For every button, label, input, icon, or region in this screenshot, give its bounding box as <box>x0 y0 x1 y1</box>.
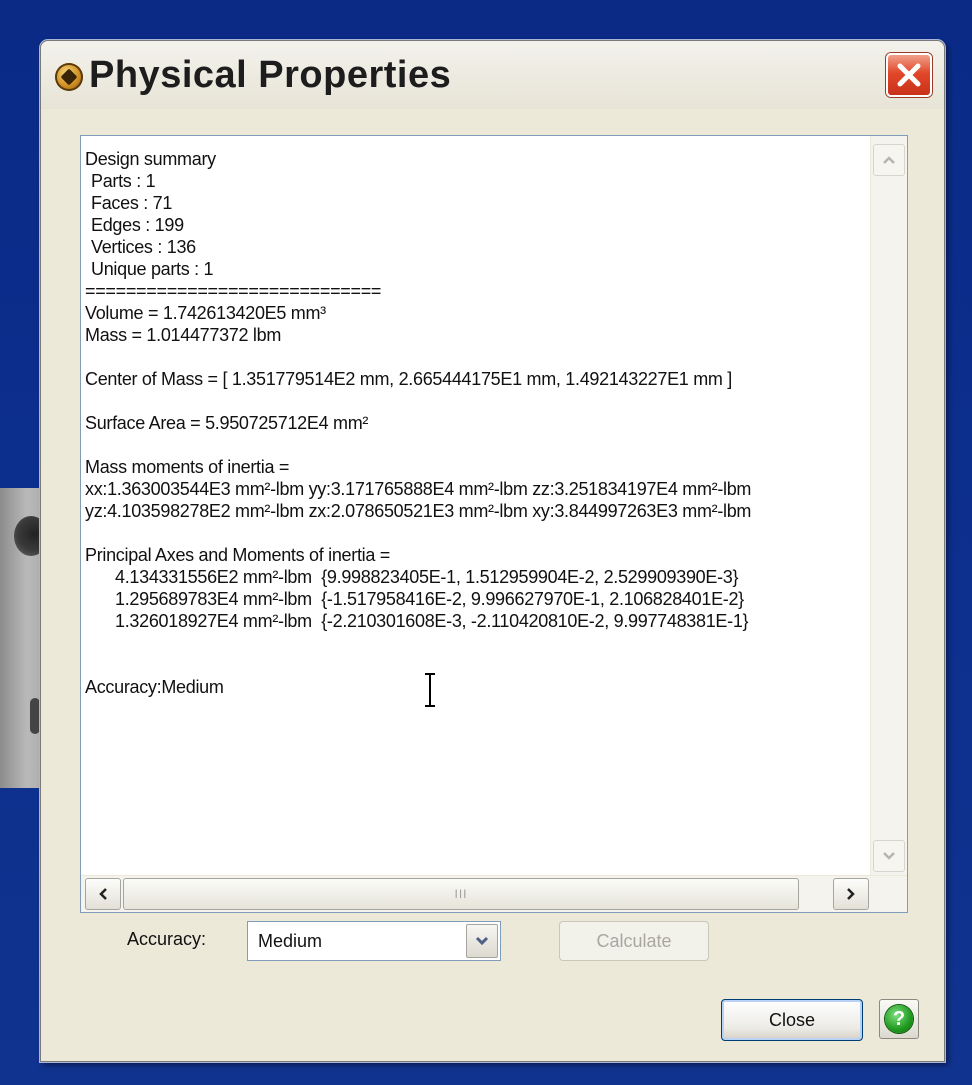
report-line: Faces : 71 <box>91 193 173 213</box>
chevron-down-icon[interactable] <box>873 840 905 872</box>
accuracy-select[interactable]: Medium <box>247 921 501 961</box>
title-bar[interactable]: Physical Properties <box>41 41 944 109</box>
app-icon <box>55 63 83 91</box>
horizontal-scroll-thumb[interactable]: III <box>123 878 799 910</box>
dialog-title: Physical Properties <box>89 54 452 96</box>
close-button[interactable]: Close <box>721 999 863 1041</box>
text-cursor-icon <box>425 673 435 707</box>
report-blank-line <box>85 390 869 412</box>
report-blank-line <box>85 654 869 676</box>
report-line: 4.134331556E2 mm²-lbm {9.998823405E-1, 1… <box>115 567 739 587</box>
report-line: Volume = 1.742613420E5 mm³ <box>85 303 326 323</box>
calculate-button[interactable]: Calculate <box>559 921 709 961</box>
report-blank-line <box>85 522 869 544</box>
chevron-left-icon[interactable] <box>85 878 121 910</box>
report-line: 1.326018927E4 mm²-lbm {-2.210301608E-3, … <box>115 611 749 631</box>
report-line: Mass moments of inertia = <box>85 457 290 477</box>
report-blank-line <box>85 632 869 654</box>
model-notch <box>30 698 40 734</box>
help-button[interactable]: ? <box>879 999 919 1039</box>
chevron-down-icon[interactable] <box>466 924 498 958</box>
report-line: Principal Axes and Moments of inertia = <box>85 545 390 565</box>
vertical-scrollbar[interactable] <box>870 136 907 876</box>
report-line: Vertices : 136 <box>91 237 196 257</box>
report-line: Unique parts : 1 <box>91 259 214 279</box>
report-line: xx:1.363003544E3 mm²-lbm yy:3.171765888E… <box>85 479 752 499</box>
report-line: yz:4.103598278E2 mm²-lbm zx:2.078650521E… <box>85 501 752 521</box>
report-line: 1.295689783E4 mm²-lbm {-1.517958416E-2, … <box>115 589 744 609</box>
report-line: Mass = 1.014477372 lbm <box>85 325 282 345</box>
report-line: Edges : 199 <box>91 215 184 235</box>
report-blank-line <box>85 346 869 368</box>
chevron-right-icon[interactable] <box>833 878 869 910</box>
report-line: Accuracy:Medium <box>85 677 224 697</box>
close-x-icon[interactable] <box>886 53 932 97</box>
report-line: ============================= <box>85 281 382 301</box>
accuracy-selected-value: Medium <box>258 931 323 951</box>
chevron-up-icon[interactable] <box>873 144 905 176</box>
horizontal-scrollbar[interactable]: III <box>81 875 907 912</box>
report-line: Design summary <box>85 149 216 169</box>
scroll-grip: III <box>454 887 468 901</box>
report-text-area[interactable]: Design summary Parts : 1 Faces : 71 Edges :… <box>80 135 908 913</box>
report-line: Parts : 1 <box>91 171 156 191</box>
report-line: Center of Mass = [ 1.351779514E2 mm, 2.6… <box>85 369 733 389</box>
accuracy-label: Accuracy: <box>127 929 207 949</box>
physical-properties-dialog: Physical Properties Design summary Parts … <box>40 40 945 1062</box>
report-content: Design summary Parts : 1 Faces : 71 Edges :… <box>85 148 869 872</box>
report-blank-line <box>85 434 869 456</box>
help-icon: ? <box>885 1005 913 1033</box>
report-line: Surface Area = 5.950725712E4 mm² <box>85 413 369 433</box>
